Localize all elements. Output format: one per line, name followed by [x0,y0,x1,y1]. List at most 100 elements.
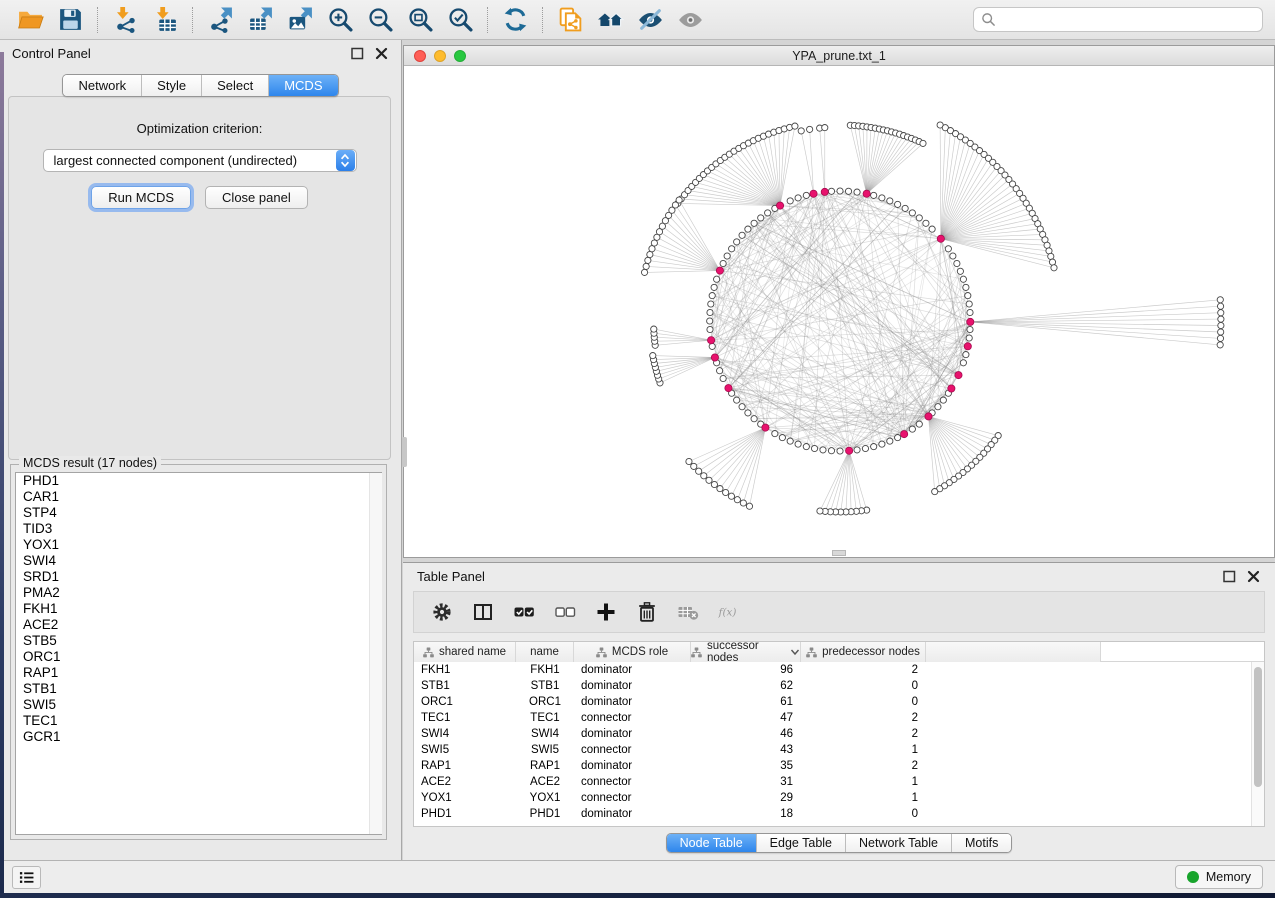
mcds-result-item[interactable]: SWI5 [16,697,381,713]
table-row[interactable]: YOX1YOX1connector291 [414,790,1264,806]
table-cell: 47 [691,712,801,724]
tab-select[interactable]: Select [201,75,268,96]
table-row[interactable]: ORC1ORC1dominator610 [414,694,1264,710]
mcds-result-item[interactable]: SWI4 [16,553,381,569]
delete-table-button[interactable] [676,600,700,624]
tab-network[interactable]: Network [63,75,141,96]
mcds-result-item[interactable]: STP4 [16,505,381,521]
show-columns-button[interactable] [471,600,495,624]
mcds-result-item[interactable]: PHD1 [16,473,381,489]
task-history-button[interactable] [12,866,41,889]
zoom-out-icon [367,6,394,33]
mcds-result-item[interactable]: RAP1 [16,665,381,681]
tab-motifs[interactable]: Motifs [951,834,1011,852]
deselect-all-button[interactable] [553,600,577,624]
mcds-result-item[interactable]: ORC1 [16,649,381,665]
mcds-result-group: MCDS result (17 nodes) PHD1CAR1STP4TID3Y… [10,464,387,840]
close-panel-button[interactable]: Close panel [205,186,308,209]
splitter-handle[interactable] [402,437,407,467]
add-row-button[interactable] [594,600,618,624]
tab-edge-table[interactable]: Edge Table [756,834,845,852]
table-row[interactable]: FKH1FKH1dominator962 [414,662,1264,678]
float-table-panel-icon[interactable] [1222,569,1237,584]
zoom-in-button[interactable] [320,4,360,36]
column-header-successor-nodes[interactable]: successor nodes [691,642,801,662]
tab-node-table[interactable]: Node Table [667,834,756,852]
canvas-splitter-knob[interactable] [832,550,846,556]
show-all-button[interactable] [670,4,710,36]
table-row[interactable]: STB1STB1dominator620 [414,678,1264,694]
table-row[interactable]: ACE2ACE2connector311 [414,774,1264,790]
select-all-button[interactable] [512,600,536,624]
save-session-button[interactable] [50,4,90,36]
tab-network-table[interactable]: Network Table [845,834,951,852]
close-window-icon[interactable] [414,50,426,62]
export-network-button[interactable] [200,4,240,36]
column-header-predecessor-nodes[interactable]: predecessor nodes [801,642,926,662]
mcds-result-item[interactable]: PMA2 [16,585,381,601]
mcds-result-item[interactable]: TEC1 [16,713,381,729]
toolbar-separator [192,7,193,33]
table-row[interactable]: PHD1PHD1dominator180 [414,806,1264,822]
maximize-window-icon[interactable] [454,50,466,62]
network-canvas[interactable] [404,66,1274,557]
column-header-MCDS-role[interactable]: MCDS role [574,642,691,662]
mcds-result-item[interactable]: FKH1 [16,601,381,617]
zoom-fit-icon [407,6,434,33]
zoom-out-button[interactable] [360,4,400,36]
minimize-window-icon[interactable] [434,50,446,62]
hide-selected-button[interactable] [630,4,670,36]
mcds-result-item[interactable]: SRD1 [16,569,381,585]
import-table-button[interactable] [145,4,185,36]
tab-style[interactable]: Style [141,75,201,96]
network-window-titlebar: YPA_prune.txt_1 [404,46,1274,66]
table-cell: 96 [691,664,801,676]
table-cell: 2 [801,760,926,772]
mcds-result-item[interactable]: YOX1 [16,537,381,553]
mcds-result-item[interactable]: ACE2 [16,617,381,633]
table-cell: STB1 [414,680,516,692]
refresh-button[interactable] [495,4,535,36]
table-cell: 62 [691,680,801,692]
column-header-name[interactable]: name [516,642,574,662]
mcds-result-item[interactable]: STB1 [16,681,381,697]
mcds-result-item[interactable]: GCR1 [16,729,381,745]
mcds-list-scrollbar[interactable] [369,473,382,834]
table-header-row: shared namenameMCDS rolesuccessor nodesp… [414,642,1264,662]
export-image-button[interactable] [280,4,320,36]
table-row[interactable]: TEC1TEC1connector472 [414,710,1264,726]
close-table-panel-icon[interactable] [1246,569,1261,584]
run-mcds-button[interactable]: Run MCDS [91,186,191,209]
table-settings-button[interactable] [430,600,454,624]
table-scrollbar-thumb[interactable] [1254,667,1262,787]
first-neighbors-button[interactable] [590,4,630,36]
table-cell: ORC1 [516,696,574,708]
delete-row-button[interactable] [635,600,659,624]
control-panel: Control Panel NetworkStyleSelectMCDS Opt… [0,40,402,860]
new-network-from-selection-button[interactable] [550,4,590,36]
table-scrollbar[interactable] [1251,662,1264,826]
table-row[interactable]: SWI4SWI4dominator462 [414,726,1264,742]
open-file-button[interactable] [10,4,50,36]
table-cell: RAP1 [414,760,516,772]
table-row[interactable]: SWI5SWI5connector431 [414,742,1264,758]
mcds-result-title: MCDS result (17 nodes) [19,456,161,470]
close-panel-icon[interactable] [374,46,389,61]
zoom-fit-button[interactable] [400,4,440,36]
column-header-shared-name[interactable]: shared name [414,642,516,662]
memory-button[interactable]: Memory [1175,865,1263,889]
mcds-result-item[interactable]: TID3 [16,521,381,537]
float-panel-icon[interactable] [350,46,365,61]
criterion-select[interactable]: largest connected component (undirected) [43,149,357,172]
add-row-icon [595,601,617,623]
function-builder-button[interactable]: f(x) [717,600,741,624]
tab-mcds[interactable]: MCDS [268,75,337,96]
export-table-button[interactable] [240,4,280,36]
import-network-button[interactable] [105,4,145,36]
mcds-result-item[interactable]: CAR1 [16,489,381,505]
zoom-selected-button[interactable] [440,4,480,36]
mcds-result-list[interactable]: PHD1CAR1STP4TID3YOX1SWI4SRD1PMA2FKH1ACE2… [15,472,382,835]
mcds-result-item[interactable]: STB5 [16,633,381,649]
table-row[interactable]: RAP1RAP1dominator352 [414,758,1264,774]
search-input[interactable] [973,7,1263,32]
